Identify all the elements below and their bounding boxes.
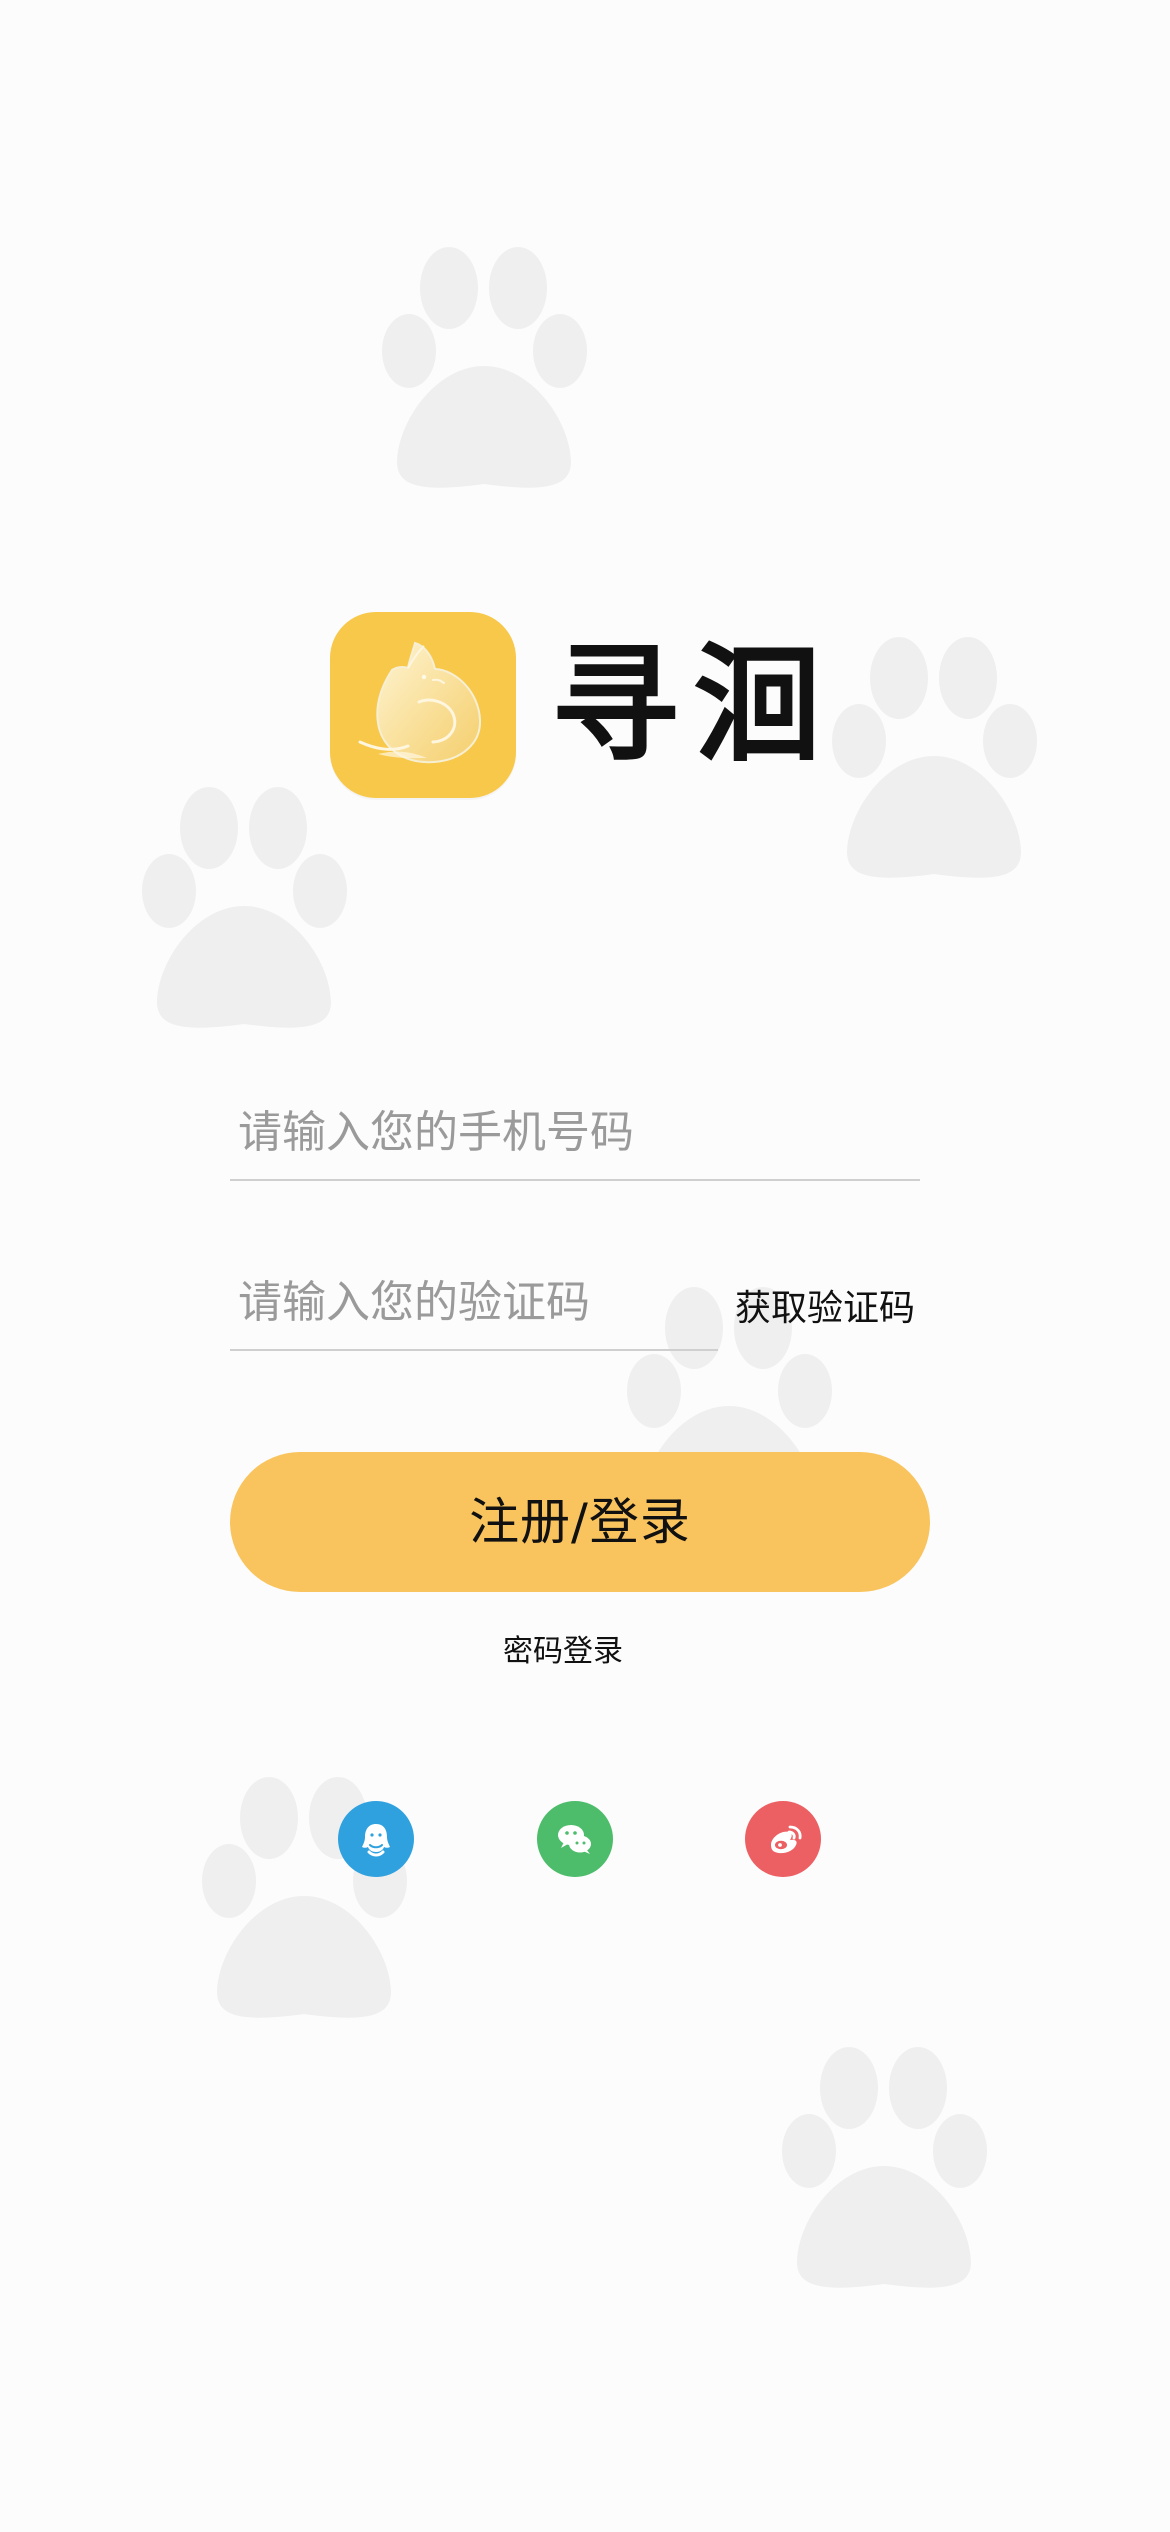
qq-icon xyxy=(362,1824,390,1857)
verification-code-field xyxy=(230,1255,718,1351)
wechat-login-button[interactable] xyxy=(537,1801,613,1877)
login-screen: 寻洄 获取验证码 注册/登录 密码登录 xyxy=(0,0,1170,2532)
password-login-link[interactable]: 密码登录 xyxy=(463,1632,663,1672)
app-name: 寻洄 xyxy=(551,630,836,780)
register-login-button[interactable]: 注册/登录 xyxy=(230,1452,930,1592)
paw-print-icon xyxy=(355,240,615,500)
app-logo: 寻洄 xyxy=(330,610,850,800)
wechat-icon xyxy=(558,1825,591,1854)
phone-field xyxy=(230,1085,920,1181)
phone-input[interactable] xyxy=(230,1085,920,1179)
paw-print-icon xyxy=(115,780,375,1040)
verification-code-input[interactable] xyxy=(230,1255,718,1349)
weibo-icon xyxy=(771,1825,802,1854)
sleeping-cat-app-icon xyxy=(330,612,516,798)
get-code-button[interactable]: 获取验证码 xyxy=(735,1286,915,1332)
weibo-login-button[interactable] xyxy=(745,1801,821,1877)
qq-login-button[interactable] xyxy=(338,1801,414,1877)
paw-print-icon xyxy=(755,2040,1015,2300)
